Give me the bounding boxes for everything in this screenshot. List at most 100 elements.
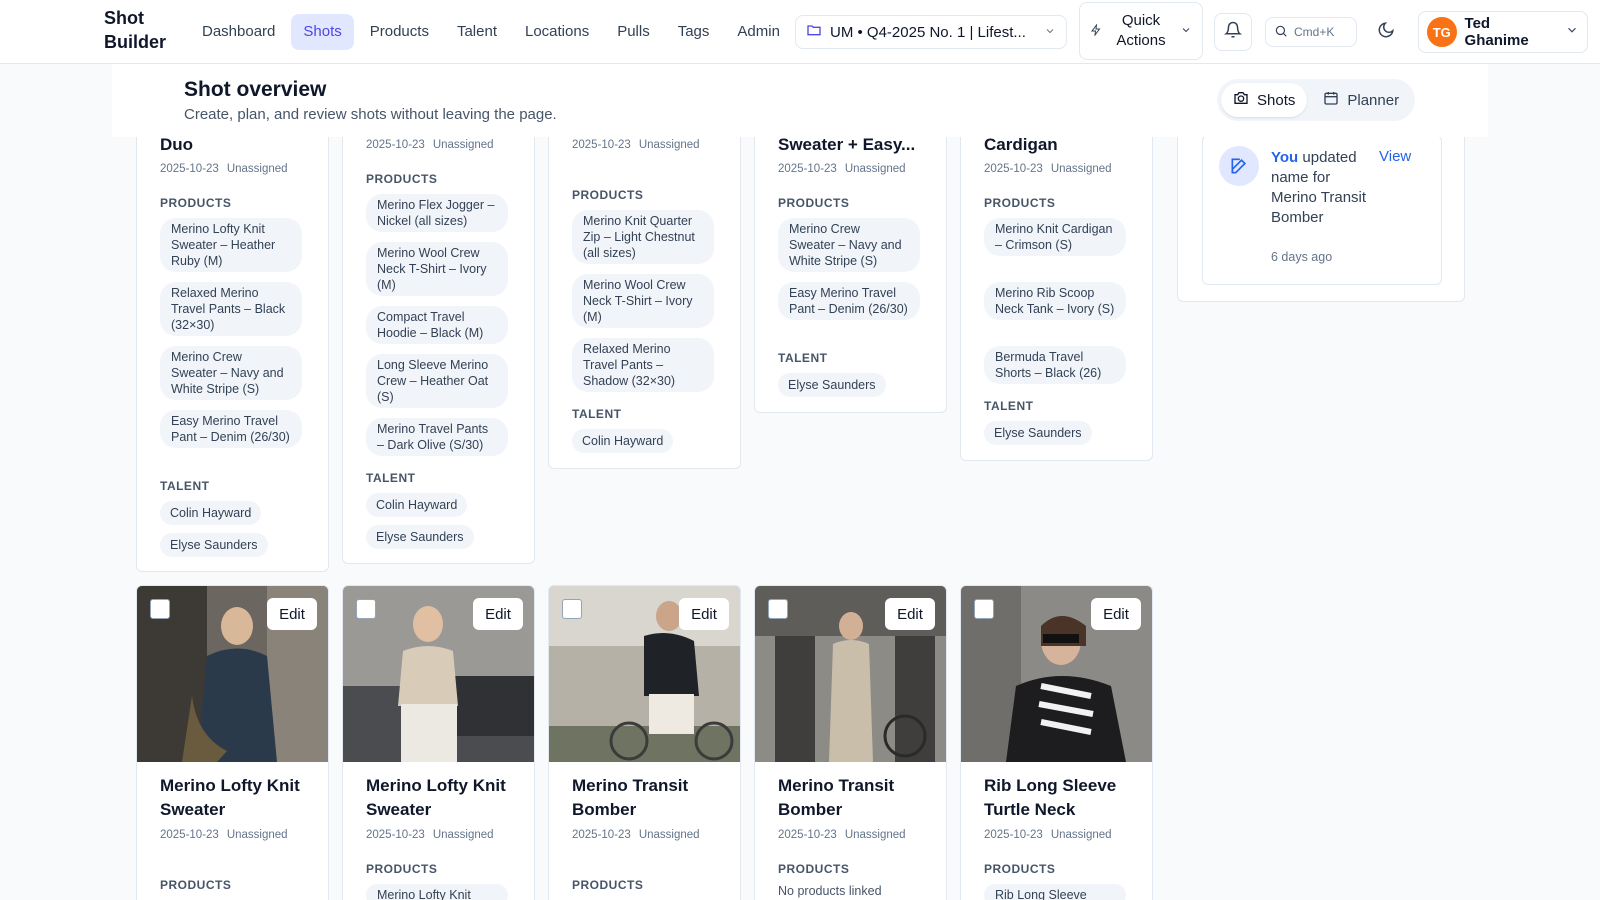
project-selector[interactable]: UM • Q4-2025 No. 1 | Lifest...: [795, 15, 1067, 49]
product-chip[interactable]: Merino Knit Quarter Zip – Light Chestnut…: [572, 210, 714, 264]
camera-icon: [1233, 90, 1249, 110]
activity-actor: You: [1271, 149, 1299, 166]
talent-chip[interactable]: Elyse Saunders: [984, 421, 1092, 445]
activity-view-link[interactable]: View: [1379, 148, 1411, 165]
theme-toggle[interactable]: [1372, 18, 1400, 46]
select-checkbox[interactable]: [562, 599, 582, 619]
shot-card[interactable]: Edit Merino Lofty Knit Sweater 2025-10-2…: [136, 585, 329, 900]
select-checkbox[interactable]: [974, 599, 994, 619]
select-checkbox[interactable]: [150, 599, 170, 619]
shot-status: Unassigned: [638, 829, 700, 841]
shot-status: Unassigned: [1050, 829, 1112, 841]
shot-card-meta: 2025-10-23 Unassigned: [778, 163, 906, 175]
edit-button[interactable]: Edit: [473, 598, 523, 630]
product-chip[interactable]: Relaxed Merino Travel Pants – Black (32×…: [160, 282, 302, 336]
product-chip[interactable]: Easy Merino Travel Pant – Denim (26/30): [778, 282, 920, 320]
shot-card-title: Merino Transit Bomber: [572, 776, 689, 819]
shot-date: 2025-10-23: [366, 139, 425, 151]
products-heading: PRODUCTS: [984, 196, 1056, 210]
shot-date: 2025-10-23: [778, 829, 837, 841]
search-button[interactable]: Cmd+K: [1265, 17, 1357, 47]
shot-card[interactable]: Edit Rib Long Sleeve Turtle Neck 2025-10…: [960, 585, 1153, 900]
view-shots-button[interactable]: Shots: [1221, 83, 1308, 117]
product-chip[interactable]: Compact Travel Hoodie – Black (M): [366, 306, 508, 344]
edit-button[interactable]: Edit: [1091, 598, 1141, 630]
talent-chip[interactable]: Elyse Saunders: [366, 525, 474, 549]
select-checkbox[interactable]: [356, 599, 376, 619]
talent-heading: TALENT: [160, 479, 210, 493]
calendar-icon: [1323, 90, 1339, 110]
no-products-text: No products linked: [778, 884, 882, 898]
talent-chip[interactable]: Elyse Saunders: [778, 373, 886, 397]
activity-item: You updated name for Merino Transit Bomb…: [1202, 135, 1442, 285]
top-navigation-bar: Shot Builder Dashboard Shots Products Ta…: [0, 0, 1600, 64]
nav-item-admin[interactable]: Admin: [725, 14, 792, 50]
shot-date: 2025-10-23: [160, 829, 219, 841]
notifications-button[interactable]: [1214, 13, 1252, 51]
shot-card[interactable]: Edit Merino Lofty Knit Sweater 2025-10-2…: [342, 585, 535, 900]
product-chip[interactable]: Merino Wool Crew Neck T-Shirt – Ivory (M…: [366, 242, 508, 296]
product-chip[interactable]: Merino Crew Sweater – Navy and White Str…: [778, 218, 920, 272]
product-chip[interactable]: Long Sleeve Merino Crew – Heather Oat (S…: [366, 354, 508, 408]
shot-card[interactable]: 2025-10-23 Unassigned PRODUCTS Merino Kni…: [548, 80, 741, 469]
activity-text: You updated name for Merino Transit Bomb…: [1271, 148, 1371, 228]
user-name: Ted Ghanime: [1464, 15, 1529, 49]
shot-status: Unassigned: [1050, 163, 1112, 175]
edit-button[interactable]: Edit: [679, 598, 729, 630]
product-chip[interactable]: Rib Long Sleeve: [984, 884, 1126, 900]
product-chip[interactable]: Merino Lofty Knit Sweater – Heather Ruby…: [160, 218, 302, 272]
nav-item-shots[interactable]: Shots: [291, 14, 354, 50]
product-chip[interactable]: Merino Knit Cardigan – Crimson (S): [984, 218, 1126, 256]
nav-item-pulls[interactable]: Pulls: [605, 14, 662, 50]
page-title: Shot overview: [184, 78, 327, 101]
product-chip[interactable]: Merino Crew Sweater – Navy and White Str…: [160, 346, 302, 400]
activity-time: 6 days ago: [1271, 250, 1333, 264]
view-planner-button[interactable]: Planner: [1311, 83, 1411, 117]
shot-card[interactable]: Cardigan 2025-10-23 Unassigned PRODUCTS M…: [960, 80, 1153, 461]
product-chip[interactable]: Merino Wool Crew Neck T-Shirt – Ivory (M…: [572, 274, 714, 328]
app-brand[interactable]: Shot Builder: [104, 6, 184, 54]
nav-item-tags[interactable]: Tags: [666, 14, 722, 50]
products-heading: PRODUCTS: [160, 196, 232, 210]
shot-card[interactable]: Edit Merino Transit Bomber 2025-10-23 Una…: [754, 585, 947, 900]
shot-card-meta: 2025-10-23 Unassigned: [778, 829, 906, 841]
shot-card[interactable]: Duo 2025-10-23 Unassigned PRODUCTS Merino…: [136, 80, 329, 572]
talent-heading: TALENT: [778, 351, 828, 365]
shot-card-meta: 2025-10-23 Unassigned: [984, 829, 1112, 841]
product-chip[interactable]: Bermuda Travel Shorts – Black (26): [984, 346, 1126, 384]
nav-item-dashboard[interactable]: Dashboard: [190, 14, 287, 50]
quick-actions-button[interactable]: Quick Actions: [1079, 2, 1203, 60]
select-checkbox[interactable]: [768, 599, 788, 619]
product-chip[interactable]: Merino Rib Scoop Neck Tank – Ivory (S): [984, 282, 1126, 320]
product-chip[interactable]: Merino Lofty Knit: [366, 884, 508, 900]
edit-button[interactable]: Edit: [267, 598, 317, 630]
product-chip[interactable]: Easy Merino Travel Pant – Denim (26/30): [160, 410, 302, 448]
product-chip[interactable]: Merino Travel Pants – Dark Olive (S/30): [366, 418, 508, 456]
product-chip[interactable]: Relaxed Merino Travel Pants – Shadow (32…: [572, 338, 714, 392]
nav-item-locations[interactable]: Locations: [513, 14, 601, 50]
shot-status: Unassigned: [844, 163, 906, 175]
chevron-down-icon: [1180, 23, 1192, 40]
quick-actions-label: Quick Actions: [1116, 12, 1166, 49]
talent-chip[interactable]: Colin Hayward: [572, 429, 674, 453]
talent-chip[interactable]: Elyse Saunders: [160, 533, 268, 557]
products-heading: PRODUCTS: [572, 878, 644, 892]
shot-card[interactable]: Edit Merino Transit Bomber 2025-10-23 Una…: [548, 585, 741, 900]
edit-button[interactable]: Edit: [885, 598, 935, 630]
shot-card-meta: 2025-10-23 Unassigned: [366, 829, 494, 841]
product-chip[interactable]: Merino Flex Jogger – Nickel (all sizes): [366, 194, 508, 232]
shot-card-title: Rib Long Sleeve Turtle Neck: [984, 776, 1117, 819]
user-menu[interactable]: TG Ted Ghanime: [1418, 11, 1588, 53]
shot-card[interactable]: 2025-10-23 Unassigned PRODUCTS Merino Fle…: [342, 80, 535, 564]
talent-chip[interactable]: Colin Hayward: [160, 501, 262, 525]
shot-card-title: Merino Lofty Knit Sweater: [366, 776, 506, 819]
nav-item-products[interactable]: Products: [358, 14, 441, 50]
nav-item-talent[interactable]: Talent: [445, 14, 509, 50]
shot-date: 2025-10-23: [160, 163, 219, 175]
shot-status: Unassigned: [638, 139, 700, 151]
talent-chip[interactable]: Colin Hayward: [366, 493, 468, 517]
main-nav: Dashboard Shots Products Talent Location…: [190, 14, 792, 50]
shot-date: 2025-10-23: [572, 829, 631, 841]
shot-card-meta: 2025-10-23 Unassigned: [984, 163, 1112, 175]
search-icon: [1274, 24, 1288, 41]
